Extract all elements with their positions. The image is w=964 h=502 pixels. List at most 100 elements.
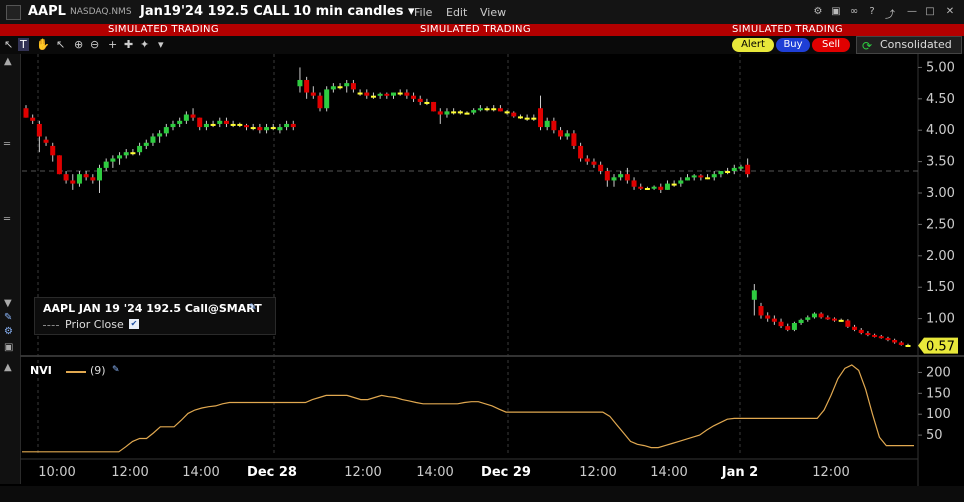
candle-body — [203, 123, 209, 128]
candle-body — [878, 336, 884, 339]
candle-body — [751, 290, 757, 300]
candle-body — [137, 145, 143, 153]
candle-body — [344, 83, 350, 87]
nvi-legend[interactable]: NVI (9) ✎ — [24, 364, 124, 378]
edit-icon[interactable]: ✎ — [249, 303, 257, 313]
candle-body — [571, 133, 577, 146]
candle-body — [825, 317, 831, 320]
price-axis-label: 1.50 — [926, 280, 955, 295]
candle-body — [384, 93, 390, 96]
time-navigator[interactable] — [0, 486, 964, 502]
candle-body — [731, 167, 737, 172]
candle-body — [97, 167, 102, 181]
candle-body — [70, 180, 76, 184]
candle-body — [123, 152, 129, 156]
candle-body — [63, 174, 69, 181]
candle-body — [250, 127, 256, 130]
candle-body — [217, 120, 223, 124]
candle-body — [157, 133, 163, 137]
time-axis-label: 14:00 — [182, 465, 219, 480]
candle-body — [832, 318, 837, 321]
candle-body — [56, 155, 62, 175]
nvi-axis-label: 100 — [926, 407, 951, 422]
candle-body — [223, 120, 229, 124]
candle-body — [798, 319, 804, 323]
candle-body — [517, 116, 523, 119]
candle-body — [511, 112, 517, 117]
candle-body — [424, 101, 430, 104]
price-axis-label: 1.00 — [926, 312, 955, 327]
nvi-axis-label: 50 — [926, 428, 943, 443]
time-axis-label: 10:00 — [38, 465, 75, 480]
candle-body — [150, 136, 156, 143]
candle-body — [852, 326, 858, 330]
candle-body — [90, 177, 96, 181]
candle-body — [624, 174, 630, 181]
candle-body — [357, 92, 363, 95]
nvi-label: NVI — [30, 364, 52, 377]
candle-body — [865, 333, 871, 336]
time-axis-label: Dec 29 — [481, 465, 531, 480]
candle-body — [310, 92, 316, 96]
candle-body — [417, 98, 423, 102]
nvi-line — [22, 364, 914, 453]
candle-body — [685, 177, 690, 181]
candle-body — [578, 145, 584, 159]
candle-body — [725, 171, 731, 174]
candle-body — [477, 108, 483, 111]
candle-body — [404, 92, 410, 96]
candle-body — [257, 127, 263, 131]
candle-body — [190, 114, 196, 118]
candle-body — [898, 342, 904, 345]
prior-close-checkbox[interactable]: ✔ — [129, 319, 139, 329]
candle-body — [411, 95, 417, 99]
candle-body — [36, 123, 42, 137]
candle-body — [771, 318, 777, 322]
candle-body — [504, 111, 510, 114]
candle-body — [471, 110, 477, 113]
price-axis-label: 5.00 — [926, 60, 955, 75]
candle-body — [791, 322, 797, 330]
candle-body — [397, 92, 403, 95]
candle-body — [337, 86, 343, 89]
candle-body — [197, 117, 203, 128]
time-axis-label: 14:00 — [416, 465, 453, 480]
candle-body — [350, 83, 356, 90]
candle-body — [290, 123, 296, 128]
price-axis-label: 2.50 — [926, 217, 955, 232]
candle-body — [83, 174, 89, 178]
candle-body — [163, 127, 169, 134]
candle-body — [531, 117, 537, 120]
candle-body — [117, 155, 123, 159]
candle-body — [370, 95, 376, 98]
candle-body — [618, 174, 624, 178]
candle-body — [598, 164, 604, 172]
candle-body — [103, 161, 109, 168]
candle-body — [230, 123, 236, 126]
nvi-swatch — [66, 371, 86, 373]
candle-body — [484, 108, 490, 111]
edit-icon[interactable]: ✎ — [112, 365, 120, 375]
price-axis-label: 4.00 — [926, 123, 955, 138]
candle-body — [177, 120, 183, 124]
candle-body — [718, 171, 724, 175]
candle-body — [444, 111, 450, 115]
price-chart[interactable]: 5.00 4.50 4.00 3.50 3.00 2.50 2.00 1.50 1.00 0.57… — [0, 0, 964, 502]
candle-body — [805, 317, 811, 320]
candle-body — [838, 319, 844, 322]
time-axis-label: 12:00 — [344, 465, 381, 480]
candle-body — [43, 139, 49, 143]
candle-body — [885, 338, 891, 341]
price-axis-label: 2.00 — [926, 249, 955, 264]
legend-title: AAPL JAN 19 '24 192.5 Call@SMART — [43, 302, 262, 315]
candle-body — [30, 117, 36, 121]
candle-body — [845, 320, 851, 327]
price-axis-label: 4.50 — [926, 92, 955, 107]
chart-legend[interactable]: AAPL JAN 19 '24 192.5 Call@SMART ✎ Prior… — [34, 297, 276, 335]
candle-body — [631, 180, 637, 187]
candle-body — [524, 117, 530, 120]
candle-body — [651, 186, 657, 189]
candle-body — [451, 111, 457, 114]
candle-body — [591, 161, 597, 165]
nvi-param: (9) — [90, 364, 106, 377]
